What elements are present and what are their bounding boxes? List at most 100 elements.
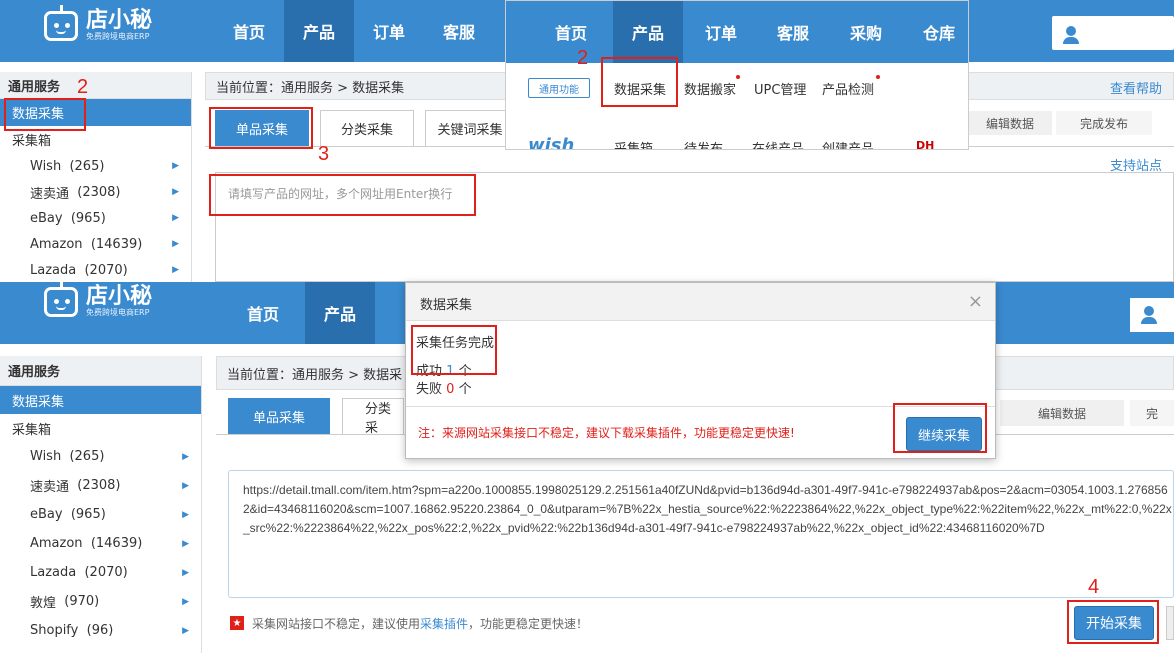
breadcrumb-path: 通用服务 > 数据采 bbox=[292, 367, 403, 383]
nav-warehouse[interactable]: 仓库 bbox=[909, 1, 968, 63]
menu-upc[interactable]: UPC管理 bbox=[754, 79, 806, 98]
sidebar-item-collection-box[interactable]: 采集箱 bbox=[0, 414, 201, 442]
menu-data-collect[interactable]: 数据采集 bbox=[614, 79, 666, 98]
tab-category-collect[interactable]: 分类采集 bbox=[320, 110, 414, 146]
sidebar-sub-item[interactable]: 速卖通 (2308) bbox=[0, 179, 191, 205]
sidebar-item-data-collection[interactable]: 数据采集 bbox=[0, 99, 191, 126]
bottom-sidebar: 通用服务 数据采集 采集箱 Wish (265) 速卖通 (2308) eBay… bbox=[0, 356, 202, 653]
tab-keyword-collect[interactable]: 关键词采集 bbox=[425, 110, 515, 146]
success-line: 成功 1 个 bbox=[416, 360, 472, 379]
sidebar-sub-item[interactable]: eBay (965) bbox=[0, 205, 191, 231]
nav-products[interactable]: 产品 bbox=[305, 282, 375, 344]
nav-purchase[interactable]: 采购 bbox=[836, 1, 896, 63]
step-publish: 完成发布 bbox=[1056, 111, 1152, 135]
sidebar-sub-item[interactable]: 速卖通 (2308) bbox=[0, 471, 201, 500]
tab-single-collect[interactable]: 单品采集 bbox=[215, 110, 309, 146]
unit: 个 bbox=[458, 364, 472, 379]
url-textarea[interactable]: https://detail.tmall.com/item.htm?spm=a2… bbox=[228, 470, 1174, 598]
nav-home[interactable]: 首页 bbox=[541, 1, 601, 63]
close-icon[interactable]: × bbox=[968, 291, 983, 312]
logo-subtitle: 免费跨境电商ERP bbox=[86, 32, 150, 41]
user-icon bbox=[1141, 317, 1157, 324]
annotation-number: 2 bbox=[77, 76, 89, 98]
dialog-title: 数据采集 bbox=[420, 298, 473, 313]
nav-service[interactable]: 客服 bbox=[763, 1, 823, 63]
menu-create[interactable]: 创建产品 bbox=[822, 138, 874, 149]
dhgate-logo[interactable]: DH bbox=[916, 139, 934, 149]
bookmark-icon: ★ bbox=[230, 616, 244, 630]
help-link[interactable]: 查看帮助 bbox=[1110, 78, 1162, 97]
menu-box[interactable]: 采集箱 bbox=[614, 138, 653, 149]
step-edit: 编辑数据 bbox=[968, 111, 1052, 135]
user-icon bbox=[1063, 37, 1079, 44]
nav-products[interactable]: 产品 bbox=[613, 1, 683, 63]
dropdown-screenshot: 首页 产品 订单 客服 采购 仓库 通用功能 数据采集 数据搬家 UPC管理 产… bbox=[505, 0, 969, 150]
annotation-number: 3 bbox=[318, 143, 330, 165]
unit: 个 bbox=[458, 382, 472, 397]
sidebar-sub-item[interactable]: Shopify (96) bbox=[0, 616, 201, 645]
continue-collect-button[interactable]: 继续采集 bbox=[906, 417, 982, 451]
url-textarea[interactable]: 请填写产品的网址，多个网址用Enter换行 bbox=[215, 172, 1174, 282]
sidebar-sub-item[interactable]: Amazon (14639) bbox=[0, 529, 201, 558]
logo-name: 店小秘 bbox=[86, 8, 153, 33]
breadcrumb-path: 通用服务 > 数据采集 bbox=[281, 80, 405, 96]
logo[interactable]: 店小秘 免费跨境电商ERP bbox=[44, 5, 153, 42]
sidebar-item-collection-box[interactable]: 采集箱 bbox=[0, 126, 191, 153]
sidebar-sub-item[interactable]: Lazada (2070) bbox=[0, 558, 201, 587]
common-functions-badge: 通用功能 bbox=[528, 78, 590, 98]
sidebar-sub-item[interactable]: Lazada (2070) bbox=[0, 257, 191, 282]
breadcrumb-prefix: 当前位置： bbox=[227, 367, 293, 383]
annotation-number: 4 bbox=[1088, 576, 1100, 598]
breadcrumb-prefix: 当前位置： bbox=[216, 80, 282, 96]
dialog-status: 采集任务完成 bbox=[416, 336, 495, 351]
notice-suffix: ，功能更稳定更快速！ bbox=[468, 617, 589, 631]
fail-line: 失败 0 个 bbox=[416, 378, 472, 397]
menu-product-check[interactable]: 产品检测 bbox=[822, 79, 874, 98]
logo-name: 店小秘 bbox=[86, 284, 153, 309]
sidebar-sub-item[interactable]: Wish (265) bbox=[0, 153, 191, 179]
dialog-warning: 注：来源网站采集接口不稳定，建议下载采集插件，功能更稳定更快速! bbox=[418, 426, 795, 440]
robot-logo-icon bbox=[44, 282, 78, 317]
nav-orders[interactable]: 订单 bbox=[691, 1, 751, 63]
top-screenshot: 店小秘 免费跨境电商ERP 首页 产品 订单 客服 通用服务 数据采集 采集箱 … bbox=[0, 0, 1174, 282]
top-sidebar: 通用服务 数据采集 采集箱 Wish (265) 速卖通 (2308) eBay… bbox=[0, 72, 192, 282]
nav-home[interactable]: 首页 bbox=[214, 0, 284, 62]
start-collect-button[interactable]: 开始采集 bbox=[1074, 606, 1154, 640]
success-count: 1 bbox=[446, 364, 455, 379]
url-text: https://detail.tmall.com/item.htm?spm=a2… bbox=[243, 483, 1172, 535]
plugin-notice: 采集网站接口不稳定，建议使用采集插件，功能更稳定更快速！ bbox=[252, 615, 588, 632]
nav-service[interactable]: 客服 bbox=[424, 0, 494, 62]
new-dot-icon bbox=[736, 75, 740, 79]
logo[interactable]: 店小秘 免费跨境电商ERP bbox=[44, 282, 153, 318]
step-edit: 编辑数据 bbox=[1000, 400, 1124, 426]
sidebar-sub-item[interactable]: Wish (265) bbox=[0, 442, 201, 471]
nav-products[interactable]: 产品 bbox=[284, 0, 354, 62]
menu-online[interactable]: 在线产品 bbox=[752, 138, 804, 149]
tab-single-collect[interactable]: 单品采集 bbox=[228, 398, 330, 434]
sidebar-sub-item[interactable]: 敦煌 (970) bbox=[0, 587, 201, 616]
tab-category-collect[interactable]: 分类采 bbox=[342, 398, 404, 436]
sidebar-sub-item[interactable]: Amazon (14639) bbox=[0, 231, 191, 257]
user-icon bbox=[1066, 26, 1076, 36]
nav-orders[interactable]: 订单 bbox=[354, 0, 424, 62]
user-area[interactable] bbox=[1130, 298, 1174, 332]
sidebar-sub-item[interactable]: eBay (965) bbox=[0, 500, 201, 529]
wish-logo[interactable]: wish bbox=[528, 135, 574, 149]
new-dot-icon bbox=[876, 75, 880, 79]
robot-logo-icon bbox=[44, 5, 78, 41]
logo-subtitle: 免费跨境电商ERP bbox=[86, 308, 150, 317]
next-button-edge[interactable] bbox=[1166, 606, 1174, 640]
user-area[interactable] bbox=[1052, 16, 1174, 50]
user-icon bbox=[1144, 306, 1154, 316]
menu-data-move[interactable]: 数据搬家 bbox=[684, 79, 736, 98]
dialog-header: 数据采集 × bbox=[406, 283, 995, 321]
sidebar-header: 通用服务 bbox=[0, 72, 191, 99]
nav-home[interactable]: 首页 bbox=[228, 282, 298, 344]
menu-pending[interactable]: 待发布 bbox=[684, 138, 723, 149]
step-complete: 完 bbox=[1130, 400, 1174, 426]
fail-label: 失败 bbox=[416, 382, 443, 397]
sidebar-item-data-collection[interactable]: 数据采集 bbox=[0, 386, 201, 414]
plugin-link[interactable]: 采集插件 bbox=[420, 617, 468, 631]
dropdown-navbar: 首页 产品 订单 客服 采购 仓库 bbox=[506, 1, 968, 63]
sidebar-header: 通用服务 bbox=[0, 356, 201, 386]
